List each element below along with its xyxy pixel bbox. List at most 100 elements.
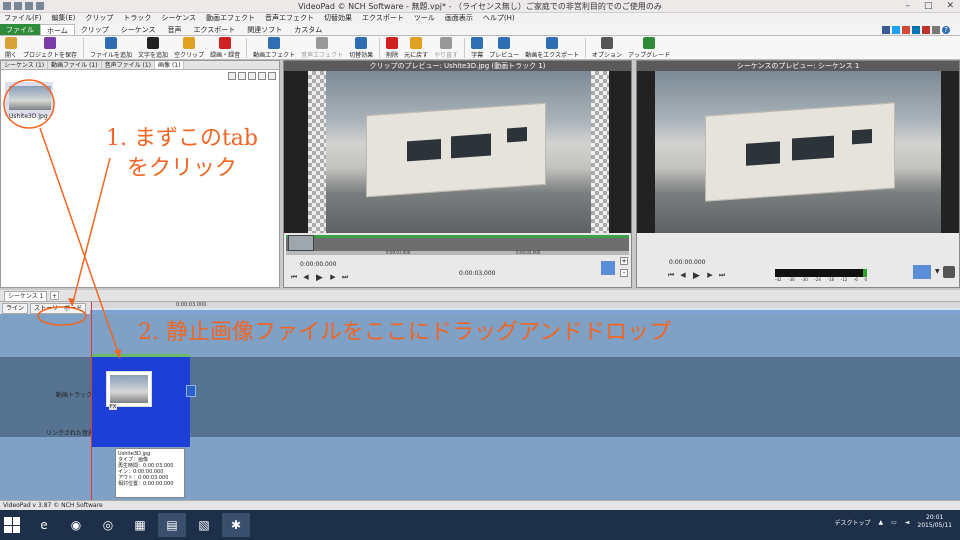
toolbar-upgrade-button[interactable]: アップグレード bbox=[625, 36, 673, 59]
media-icon[interactable]: ◉ bbox=[62, 513, 90, 537]
storyboard-view-tab[interactable]: ストーリーボード bbox=[30, 303, 87, 314]
toolbar-options-button[interactable]: オプション bbox=[589, 36, 625, 59]
videopad-taskbar-icon[interactable]: ✱ bbox=[222, 513, 250, 537]
menu-view[interactable]: 画面表示 bbox=[445, 13, 473, 24]
view-dropdown-icon[interactable]: ▼ bbox=[935, 265, 941, 279]
seq-step-forward-button[interactable]: ▶ bbox=[706, 271, 714, 279]
clip-play-button[interactable]: ▶ bbox=[314, 273, 325, 284]
bin-thumbnail-view-icon[interactable] bbox=[268, 72, 276, 80]
tab-custom[interactable]: カスタム bbox=[288, 24, 328, 35]
toolbar-redo-button[interactable]: やり直す bbox=[431, 36, 461, 59]
place-on-sequence-icon[interactable] bbox=[601, 261, 615, 275]
window-title: VideoPad © NCH Software - 無題.vpj* - （ライセ… bbox=[298, 2, 662, 11]
seq-go-end-button[interactable]: ⏭ bbox=[718, 271, 726, 279]
tab-clip[interactable]: クリップ bbox=[75, 24, 115, 35]
toolbar-record-button[interactable]: 録画・録音 bbox=[207, 36, 243, 59]
desktop-label[interactable]: デスクトップ bbox=[834, 518, 870, 527]
clip-step-forward-button[interactable]: ▶ bbox=[329, 273, 337, 281]
toolbar-blank-clip-button[interactable]: 空クリップ bbox=[171, 36, 207, 59]
seq-go-start-button[interactable]: ⏮ bbox=[667, 271, 675, 279]
toolbar-delete-button[interactable]: 削除 bbox=[383, 36, 401, 59]
menu-audio-effects[interactable]: 音声エフェクト bbox=[265, 13, 314, 24]
clip-transition-handle[interactable] bbox=[186, 385, 196, 397]
bin-tab-images[interactable]: 画像 (1) bbox=[155, 61, 185, 69]
tab-export[interactable]: エクスポート bbox=[187, 24, 241, 35]
bin-add-icon[interactable] bbox=[228, 72, 236, 80]
storyboard-view-icon[interactable] bbox=[913, 265, 931, 279]
clip-go-start-button[interactable]: ⏮ bbox=[290, 273, 298, 281]
bin-tab-audio-files[interactable]: 音声ファイル (1) bbox=[102, 61, 155, 69]
timeline-view-tab[interactable]: ライン bbox=[2, 303, 29, 314]
tab-sequence[interactable]: シーケンス bbox=[115, 24, 162, 35]
twitter-icon[interactable] bbox=[892, 26, 900, 34]
ie-icon[interactable]: e bbox=[30, 513, 58, 537]
toolbar-subtitle-button[interactable]: 字幕 bbox=[468, 36, 486, 59]
sequence-tab[interactable]: シーケンス 1 bbox=[4, 291, 48, 302]
app-icon-doc[interactable]: ▧ bbox=[190, 513, 218, 537]
snapshot-icon[interactable] bbox=[943, 266, 955, 278]
minimize-button[interactable]: – bbox=[905, 1, 910, 11]
zoom-out-button[interactable]: - bbox=[620, 269, 628, 277]
app-icon-blue[interactable]: ▦ bbox=[126, 513, 154, 537]
toolbar-preview-button[interactable]: プレビュー bbox=[486, 36, 522, 59]
timeline-range-bar[interactable] bbox=[90, 310, 960, 314]
bin-up-icon[interactable] bbox=[248, 72, 256, 80]
bin-tab-sequences[interactable]: シーケンス (1) bbox=[1, 61, 49, 69]
tray-arrow-icon[interactable]: ▲ bbox=[878, 519, 883, 526]
timeline-clip[interactable]: FX bbox=[92, 354, 196, 447]
zoom-in-button[interactable]: + bbox=[620, 257, 628, 265]
toolbar-export-button[interactable]: 動画をエクスポート bbox=[522, 36, 582, 59]
youtube-icon[interactable] bbox=[922, 26, 930, 34]
menu-edit[interactable]: 編集(E) bbox=[52, 13, 76, 24]
add-sequence-button[interactable]: + bbox=[50, 291, 59, 300]
toolbar-audio-fx-button[interactable]: 音声エフェクト bbox=[298, 36, 346, 59]
timeline-ruler[interactable]: 0:00:03.000 bbox=[90, 302, 960, 308]
bin-remove-icon[interactable] bbox=[238, 72, 246, 80]
meter-label: -24 bbox=[814, 277, 821, 282]
network-icon[interactable]: ▭ bbox=[891, 519, 897, 526]
tab-file[interactable]: ファイル bbox=[0, 24, 40, 35]
menu-sequence[interactable]: シーケンス bbox=[161, 13, 196, 24]
menu-clip[interactable]: クリップ bbox=[85, 13, 113, 24]
volume-icon[interactable]: ◄ bbox=[905, 519, 910, 526]
help-icon[interactable]: ? bbox=[942, 26, 950, 34]
bin-item-label: Ushite3D.jpg bbox=[9, 113, 48, 120]
help-dropdown-icon[interactable] bbox=[932, 26, 940, 34]
linkedin-icon[interactable] bbox=[912, 26, 920, 34]
menu-tools[interactable]: ツール bbox=[414, 13, 435, 24]
seq-play-button[interactable]: ▶ bbox=[691, 271, 702, 282]
menu-transitions[interactable]: 切替効果 bbox=[324, 13, 352, 24]
windows-start-icon[interactable] bbox=[4, 517, 20, 533]
toolbar-transition-button[interactable]: 切替効果 bbox=[346, 36, 376, 59]
close-button[interactable]: ✕ bbox=[946, 1, 954, 11]
explorer-icon[interactable]: ▤ bbox=[158, 513, 186, 537]
playhead[interactable] bbox=[91, 302, 92, 500]
google-plus-icon[interactable] bbox=[902, 26, 910, 34]
maximize-button[interactable]: □ bbox=[924, 1, 933, 11]
clip-fx-badge[interactable]: FX bbox=[109, 404, 118, 410]
bin-list-view-icon[interactable] bbox=[258, 72, 266, 80]
taskbar: e ◉ ◎ ▦ ▤ ▧ ✱ デスクトップ ▲ ▭ ◄ 20:01 2015/05… bbox=[0, 510, 960, 540]
toolbar-folder-button[interactable]: 開く bbox=[2, 36, 20, 59]
toolbar-fx-button[interactable]: 動画エフェクト bbox=[250, 36, 298, 59]
clip-scrub-bar[interactable] bbox=[286, 235, 629, 251]
clip-step-back-button[interactable]: ◀ bbox=[302, 273, 310, 281]
toolbar-text-button[interactable]: 文字を追加 bbox=[135, 36, 171, 59]
toolbar-save-button[interactable]: プロジェクトを保存 bbox=[20, 36, 80, 59]
menu-video-effects[interactable]: 動画エフェクト bbox=[206, 13, 255, 24]
facebook-icon[interactable] bbox=[882, 26, 890, 34]
tab-audio[interactable]: 音声 bbox=[161, 24, 187, 35]
toolbar-add-file-button[interactable]: ファイルを追加 bbox=[87, 36, 135, 59]
menu-file[interactable]: ファイル(F) bbox=[4, 13, 42, 24]
clip-go-end-button[interactable]: ⏭ bbox=[341, 273, 349, 281]
menu-help[interactable]: ヘルプ(H) bbox=[483, 13, 515, 24]
toolbar-undo-button[interactable]: 元に戻す bbox=[401, 36, 431, 59]
menu-track[interactable]: トラック bbox=[123, 13, 151, 24]
bin-image-item[interactable] bbox=[4, 81, 54, 117]
bin-tab-video-files[interactable]: 動画ファイル (1) bbox=[48, 61, 102, 69]
firefox-icon[interactable]: ◎ bbox=[94, 513, 122, 537]
tab-home[interactable]: ホーム bbox=[40, 24, 75, 35]
tab-related-software[interactable]: 関連ソフト bbox=[241, 24, 288, 35]
menu-export[interactable]: エクスポート bbox=[362, 13, 404, 24]
seq-step-back-button[interactable]: ◀ bbox=[679, 271, 687, 279]
